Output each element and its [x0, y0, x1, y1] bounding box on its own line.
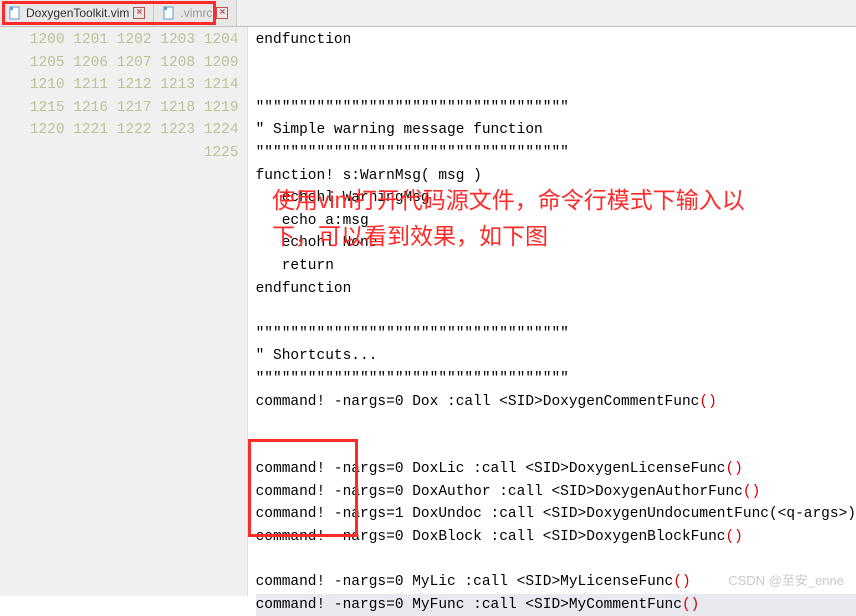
code-line: command! -nargs=1 DoxUndoc :call <SID>Do…	[256, 503, 856, 526]
code-line	[256, 74, 856, 97]
code-line: """"""""""""""""""""""""""""""""""""	[256, 97, 856, 120]
tab-doxygentoolkit[interactable]: DoxygenToolkit.vim ×	[0, 0, 154, 26]
code-line: " Shortcuts...	[256, 345, 856, 368]
code-line: command! -nargs=0 DoxBlock :call <SID>Do…	[256, 526, 856, 549]
code-line: return	[256, 255, 856, 278]
code-line: endfunction	[256, 278, 856, 301]
code-line	[256, 436, 856, 459]
code-line: """"""""""""""""""""""""""""""""""""	[256, 142, 856, 165]
code-line: command! -nargs=0 MyLic :call <SID>MyLic…	[256, 571, 856, 594]
tab-label: DoxygenToolkit.vim	[26, 6, 129, 20]
tab-vimrc[interactable]: .vimrc ×	[154, 0, 237, 26]
file-icon	[8, 6, 22, 20]
code-line: " Simple warning message function	[256, 119, 856, 142]
code-editor[interactable]: 1200 1201 1202 1203 1204 1205 1206 1207 …	[0, 27, 856, 596]
code-line	[256, 549, 856, 572]
code-line: echohl None	[256, 232, 856, 255]
code-line	[256, 413, 856, 436]
code-line: endfunction	[256, 29, 856, 52]
code-line: command! -nargs=0 DoxAuthor :call <SID>D…	[256, 481, 856, 504]
code-line	[256, 52, 856, 75]
code-area[interactable]: endfunction """""""""""""""""""""""""""""…	[248, 27, 856, 596]
code-line: """"""""""""""""""""""""""""""""""""	[256, 368, 856, 391]
code-line: command! -nargs=0 MyFunc :call <SID>MyCo…	[256, 594, 856, 616]
code-line: function! s:WarnMsg( msg )	[256, 165, 856, 188]
code-line: echo a:msg	[256, 210, 856, 233]
code-line	[256, 300, 856, 323]
editor-tabs: DoxygenToolkit.vim × .vimrc ×	[0, 0, 856, 27]
file-icon	[162, 6, 176, 20]
code-line: """"""""""""""""""""""""""""""""""""	[256, 323, 856, 346]
code-line: command! -nargs=0 Dox :call <SID>Doxygen…	[256, 391, 856, 414]
line-gutter: 1200 1201 1202 1203 1204 1205 1206 1207 …	[0, 27, 248, 596]
close-icon[interactable]: ×	[216, 7, 228, 19]
close-icon[interactable]: ×	[133, 7, 145, 19]
code-line: echohl WarningMsg	[256, 187, 856, 210]
tab-label: .vimrc	[180, 6, 212, 20]
code-line: command! -nargs=0 DoxLic :call <SID>Doxy…	[256, 458, 856, 481]
